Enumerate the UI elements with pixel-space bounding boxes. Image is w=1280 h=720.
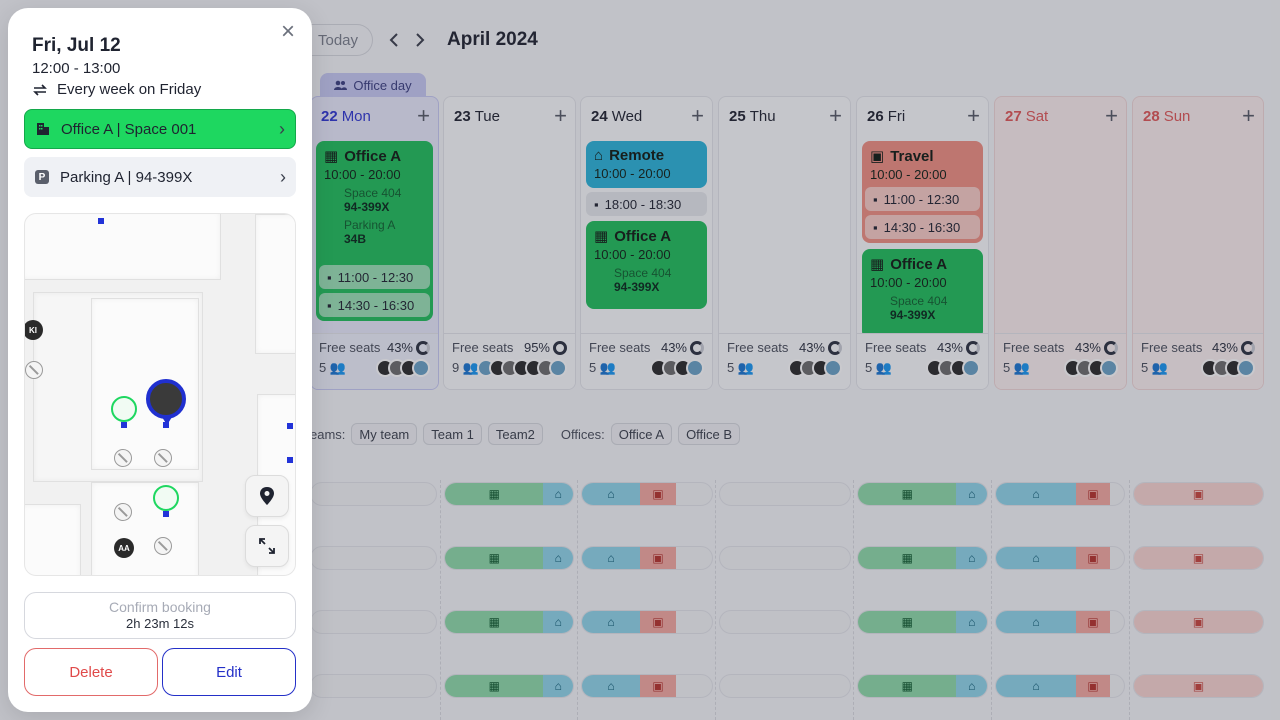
unavailable-seat-icon — [154, 537, 172, 555]
confirm-booking-button[interactable]: Confirm booking 2h 23m 12s — [24, 592, 296, 639]
available-seat[interactable] — [111, 396, 137, 422]
map-marker — [98, 218, 104, 224]
delete-button[interactable]: Delete — [24, 648, 158, 696]
expand-map-button[interactable] — [245, 525, 289, 567]
parking-badge: P — [35, 170, 49, 184]
map-room — [25, 214, 221, 280]
close-button[interactable]: × — [278, 20, 298, 44]
user-initials-ki[interactable]: KI — [25, 320, 43, 340]
booking-time: 12:00 - 13:00 — [32, 60, 121, 77]
close-icon: × — [280, 18, 295, 45]
map-marker — [287, 423, 293, 429]
unavailable-seat-icon — [114, 449, 132, 467]
unavailable-seat-icon — [154, 449, 172, 467]
unavailable-seat-icon — [114, 503, 132, 521]
floor-map[interactable]: KI AA — [24, 213, 296, 576]
map-room — [91, 482, 199, 575]
confirm-countdown: 2h 23m 12s — [126, 616, 194, 631]
edit-button[interactable]: Edit — [162, 648, 296, 696]
seat-anchor — [163, 422, 169, 428]
confirm-booking-label: Confirm booking — [109, 599, 211, 615]
locate-button[interactable] — [245, 475, 289, 517]
expand-icon — [259, 538, 275, 554]
map-room — [255, 214, 295, 354]
building-icon — [35, 121, 51, 137]
parking-booking-item[interactable]: P Parking A | 94-399X › — [24, 157, 296, 197]
location-pin-icon — [260, 487, 274, 505]
available-seat[interactable] — [153, 485, 179, 511]
map-room — [25, 504, 81, 575]
my-seat-avatar[interactable] — [146, 379, 186, 425]
chevron-right-icon: › — [279, 118, 285, 139]
space-booking-item[interactable]: Office A | Space 001 › — [24, 109, 296, 149]
chevron-right-icon: › — [280, 166, 286, 187]
recurrence-text: Every week on Friday — [57, 81, 202, 98]
unavailable-seat-icon — [25, 361, 43, 379]
booking-recurrence: Every week on Friday — [32, 81, 201, 98]
user-initials-aa[interactable]: AA — [114, 538, 134, 558]
booking-detail-panel: Fri, Jul 12 12:00 - 13:00 Every week on … — [8, 8, 312, 712]
map-room — [91, 298, 199, 470]
booking-date: Fri, Jul 12 — [32, 35, 121, 56]
parking-booking-label: Parking A | 94-399X — [60, 168, 193, 186]
seat-anchor — [163, 511, 169, 517]
space-booking-label: Office A | Space 001 — [61, 120, 197, 138]
map-marker — [287, 457, 293, 463]
seat-anchor — [121, 422, 127, 428]
repeat-icon — [33, 83, 47, 96]
parking-icon: P — [34, 169, 50, 185]
